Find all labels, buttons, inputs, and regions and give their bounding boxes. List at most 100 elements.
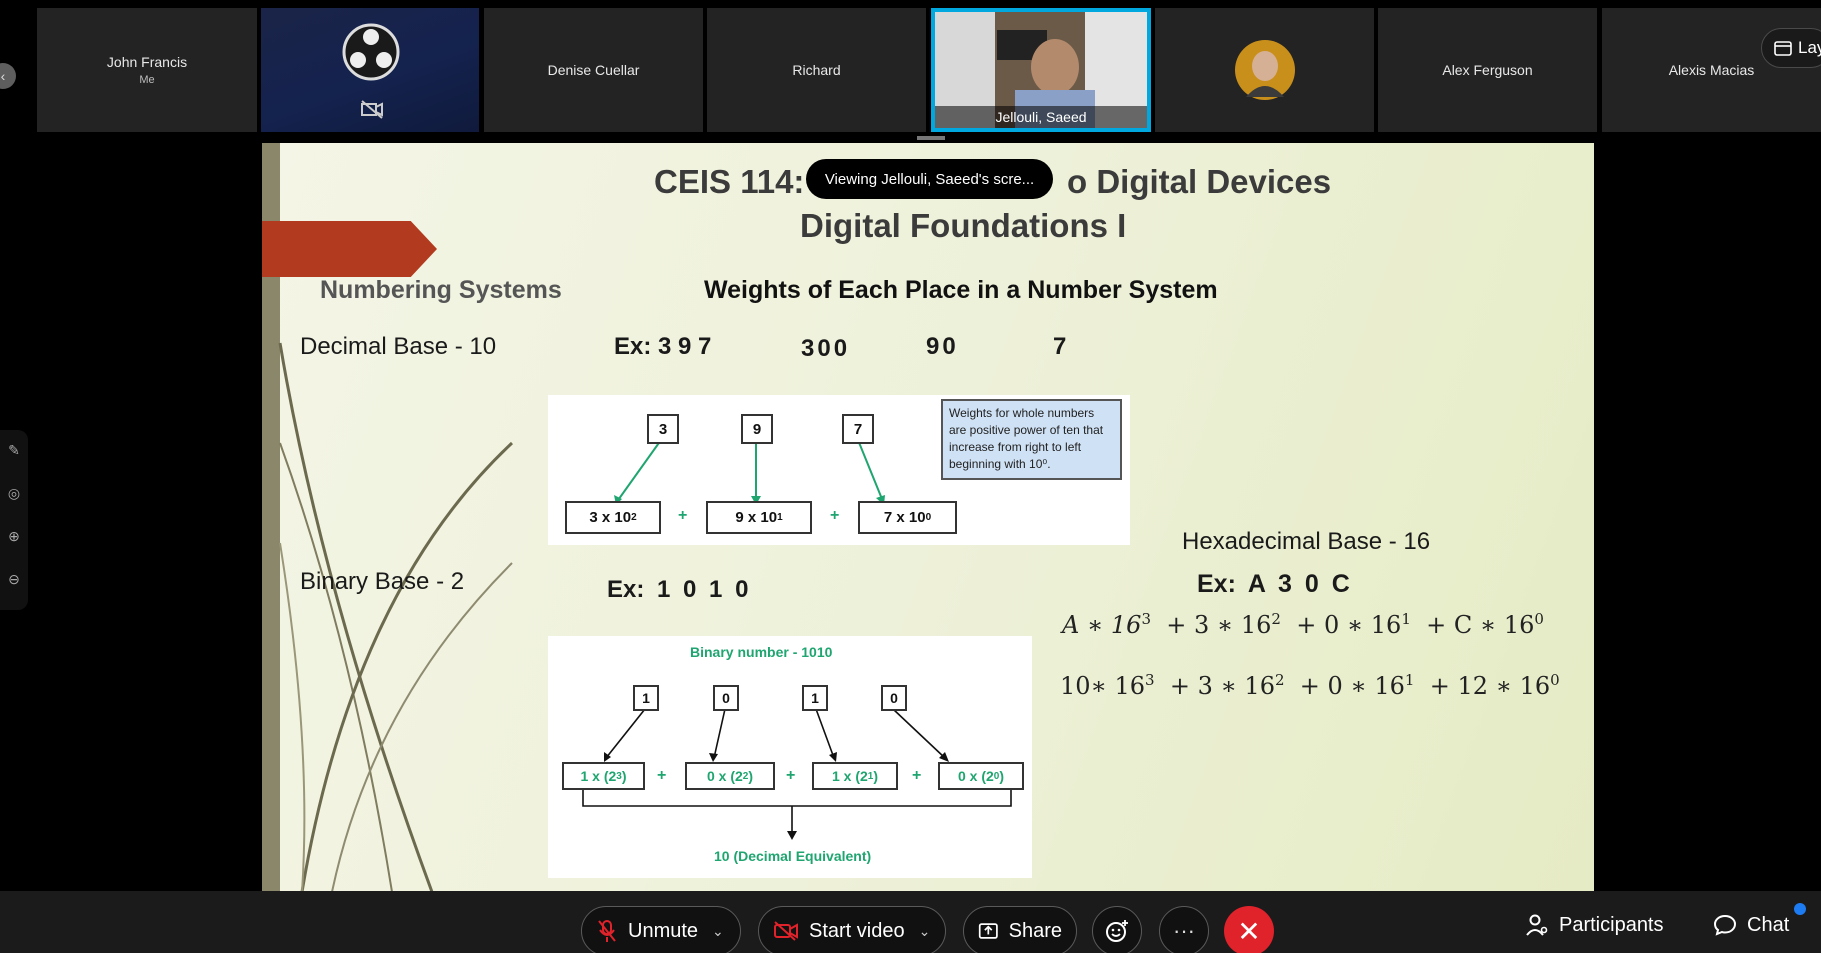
- participant-name: Richard: [792, 62, 841, 78]
- slide-title-line1-left: CEIS 114:: [654, 163, 805, 200]
- zoom-in-icon[interactable]: ⊕: [4, 528, 24, 548]
- decimal-90: 90: [926, 333, 959, 360]
- term-close: ): [748, 768, 754, 784]
- term-exponent: 0: [925, 512, 932, 523]
- hex-exponent: 0: [1534, 610, 1544, 628]
- participant-tile-alex-ferguson[interactable]: Alex Ferguson: [1378, 8, 1597, 132]
- video-off-icon: [774, 921, 798, 941]
- hex-exponent: 2: [1274, 671, 1285, 689]
- chevron-down-icon[interactable]: ⌄: [712, 923, 724, 940]
- binary-diagram: Binary number - 1010 1 0 1 0 1 x (2 3) + …: [548, 636, 1032, 878]
- numbering-systems-heading: Numbering Systems: [320, 276, 562, 304]
- start-video-label: Start video: [809, 919, 905, 942]
- participant-tile-avatar[interactable]: [1155, 8, 1374, 132]
- side-toolbar: ✎ ◎ ⊕ ⊖: [0, 430, 28, 610]
- hex-term: + 3 ∗ 16: [1166, 611, 1272, 639]
- plus-sign: +: [657, 767, 667, 784]
- slide-title-line2: Digital Foundations I: [800, 207, 1127, 244]
- participants-label: Participants: [1559, 913, 1664, 936]
- meeting-toolbar: Unmute ⌄ Start video ⌄ Share ··· ✕ Parti…: [0, 891, 1821, 953]
- chat-notification-dot: [1794, 903, 1806, 915]
- hex-exponent: 2: [1271, 610, 1281, 628]
- decimal-term-box: 3 x 10 2: [565, 501, 661, 534]
- end-call-button[interactable]: ✕: [1224, 906, 1274, 953]
- mic-off-icon: [598, 920, 616, 942]
- end-call-icon: ✕: [1237, 915, 1261, 947]
- decimal-digit-box: 9: [741, 414, 773, 444]
- slide-title-arrow: [262, 221, 437, 277]
- participant-tile-alexis-macias[interactable]: Alexis Macias: [1602, 8, 1821, 132]
- binary-example: Ex: 1 0 1 0: [607, 576, 749, 603]
- term-exponent: 1: [777, 512, 783, 523]
- plus-sign: +: [678, 507, 688, 524]
- participant-tile-john-francis[interactable]: John Francis Me: [37, 8, 257, 132]
- hex-term: 10∗ 16: [1060, 672, 1146, 700]
- viewing-screen-toast: Viewing Jellouli, Saeed's scre...: [806, 159, 1053, 199]
- slide-title-line1-right: o Digital Devices: [1067, 163, 1332, 200]
- participant-tile-jellouli-saeed[interactable]: Jellouli, Saeed: [931, 8, 1151, 132]
- decimal-example: Ex: 3 9 7: [614, 333, 712, 360]
- term-exponent: 2: [631, 512, 637, 523]
- hex-term: + 0 ∗ 16: [1299, 672, 1405, 700]
- term-base: 0 x (2: [706, 768, 743, 784]
- cast-icon[interactable]: ◎: [4, 485, 24, 505]
- decimal-term-box: 7 x 10 0: [858, 501, 957, 534]
- chat-button[interactable]: Chat: [1713, 913, 1789, 937]
- chat-label: Chat: [1747, 913, 1790, 936]
- weights-heading: Weights of Each Place in a Number System: [704, 276, 1218, 304]
- share-button[interactable]: Share: [963, 906, 1077, 953]
- plus-sign: +: [830, 507, 840, 524]
- term-base: 1 x (2: [580, 768, 617, 784]
- participant-name: Denise Cuellar: [547, 62, 640, 78]
- chevron-left-icon[interactable]: ‹: [0, 63, 16, 89]
- binary-result: 10 (Decimal Equivalent): [714, 848, 872, 864]
- participant-name: Alexis Macias: [1668, 62, 1755, 78]
- share-icon: [978, 923, 998, 939]
- term-close: ): [621, 768, 627, 784]
- hex-exponent: 3: [1141, 610, 1151, 628]
- binary-diagram-arrows: [582, 708, 1012, 840]
- chat-icon: [1713, 914, 1737, 936]
- layout-button[interactable]: Lay: [1761, 28, 1821, 68]
- hexadecimal-example: Ex: A 3 0 C: [1197, 570, 1350, 598]
- hex-expansion-row1: A ∗ 163 + 3 ∗ 162 + 0 ∗ 161 + C ∗ 160: [1062, 610, 1544, 639]
- binary-digit-box: 0: [881, 685, 907, 711]
- chevron-down-icon[interactable]: ⌄: [919, 923, 931, 940]
- more-button[interactable]: ···: [1159, 906, 1209, 953]
- zoom-out-icon[interactable]: ⊖: [4, 571, 24, 591]
- participant-name: Alex Ferguson: [1442, 62, 1533, 78]
- unmute-button[interactable]: Unmute ⌄: [581, 906, 741, 953]
- participants-button[interactable]: Participants: [1525, 913, 1664, 937]
- term-base: 7 x 10: [883, 509, 926, 526]
- decimal-term-box: 9 x 10 1: [706, 501, 812, 534]
- participant-me-label: Me: [139, 74, 155, 86]
- decimal-7: 7: [1053, 333, 1067, 360]
- avatar: [1234, 40, 1295, 100]
- participant-tile-obs[interactable]: [261, 8, 479, 132]
- reaction-icon: [1106, 920, 1128, 942]
- binary-digit-box: 1: [802, 685, 828, 711]
- start-video-button[interactable]: Start video ⌄: [758, 906, 946, 953]
- term-close: ): [999, 768, 1005, 784]
- term-base: 0 x (2: [957, 768, 994, 784]
- participant-tile-denise-cuellar[interactable]: Denise Cuellar: [484, 8, 703, 132]
- reaction-button[interactable]: [1092, 906, 1142, 953]
- hex-term: + 3 ∗ 16: [1169, 672, 1275, 700]
- term-close: ): [873, 768, 879, 784]
- participants-icon: [1526, 914, 1548, 936]
- hex-expansion-row2: 10∗ 163 + 3 ∗ 162 + 0 ∗ 161 + 12 ∗ 160: [1060, 671, 1560, 700]
- binary-digit-box: 1: [633, 685, 659, 711]
- term-base: 9 x 10: [735, 509, 778, 526]
- term-base: 1 x (2: [831, 768, 868, 784]
- binary-term-box: 0 x (2 2): [685, 762, 775, 790]
- unmute-label: Unmute: [628, 919, 699, 942]
- binary-label: Binary Base - 2: [300, 568, 465, 595]
- share-label: Share: [1008, 919, 1062, 942]
- binary-term-box: 1 x (2 1): [812, 762, 898, 790]
- participant-name: Jellouli, Saeed: [935, 106, 1147, 128]
- draw-icon[interactable]: ✎: [4, 442, 24, 462]
- participant-tile-richard[interactable]: Richard: [707, 8, 926, 132]
- binary-term-box: 1 x (2 3): [562, 762, 645, 790]
- resize-handle[interactable]: [917, 136, 945, 140]
- participant-strip: ‹ John Francis Me Denise Cuellar Richard: [0, 8, 1821, 134]
